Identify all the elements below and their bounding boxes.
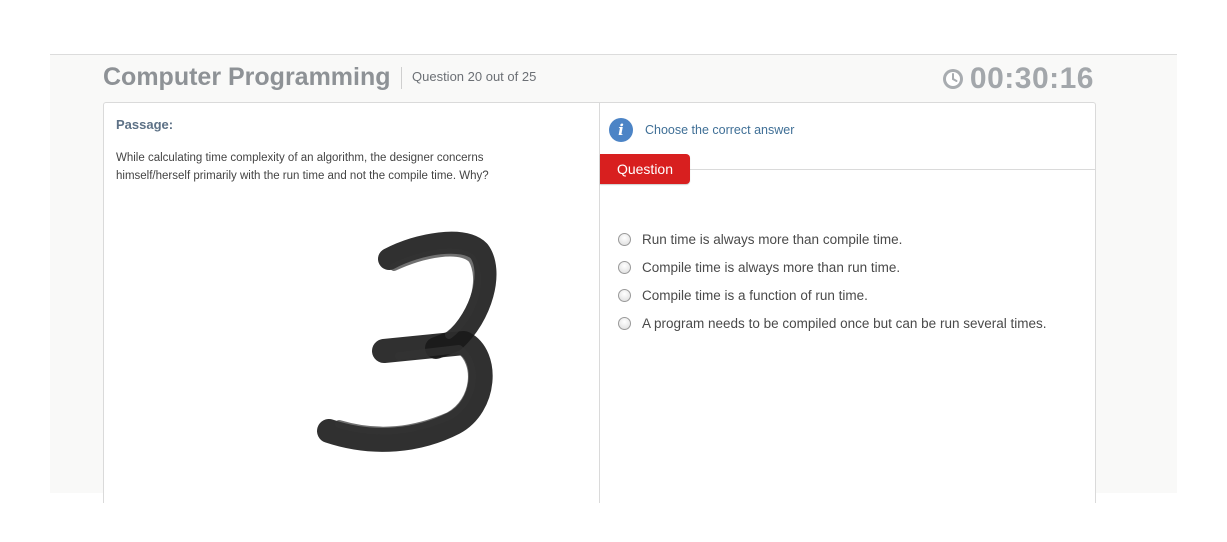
handwritten-number-three: [317, 231, 497, 452]
page-title: Computer Programming: [103, 63, 391, 91]
passage-pane: Passage: While calculating time complexi…: [104, 103, 600, 503]
radio-button[interactable]: [618, 288, 631, 302]
tab-question[interactable]: Question: [600, 154, 690, 184]
answer-option[interactable]: Run time is always more than compile tim…: [618, 225, 1046, 253]
answer-option-label[interactable]: Run time is always more than compile tim…: [642, 232, 902, 247]
clock-icon: [942, 69, 963, 89]
question-counter: Question 20 out of 25: [412, 69, 537, 84]
passage-label: Passage:: [116, 117, 174, 132]
answer-options: Run time is always more than compile tim…: [618, 225, 1046, 337]
timer-value: 00:30:16: [969, 62, 1094, 95]
answer-option-label[interactable]: Compile time is always more than run tim…: [642, 260, 900, 275]
answer-option-label[interactable]: Compile time is a function of run time.: [642, 288, 868, 303]
radio-button[interactable]: [618, 260, 631, 274]
instruction-text: Choose the correct answer: [645, 123, 795, 137]
passage-text: While calculating time complexity of an …: [116, 152, 489, 182]
answer-option[interactable]: Compile time is always more than run tim…: [618, 253, 1046, 281]
answer-option-label[interactable]: A program needs to be compiled once but …: [642, 316, 1046, 331]
answer-option[interactable]: A program needs to be compiled once but …: [618, 309, 1046, 337]
header-divider: [401, 67, 402, 89]
timer: 00:30:16: [942, 62, 1094, 96]
instruction: i Choose the correct answer: [609, 118, 794, 142]
quiz-app: Computer Programming Question 20 out of …: [50, 54, 1177, 503]
answer-option[interactable]: Compile time is a function of run time.: [618, 281, 1046, 309]
question-pane: i Choose the correct answer Question Run…: [600, 103, 1095, 503]
content-panel: Passage: While calculating time complexi…: [103, 102, 1096, 503]
radio-button[interactable]: [618, 232, 631, 246]
radio-button[interactable]: [618, 316, 631, 330]
info-icon: i: [609, 118, 633, 142]
header: Computer Programming Question 20 out of …: [50, 55, 1177, 101]
